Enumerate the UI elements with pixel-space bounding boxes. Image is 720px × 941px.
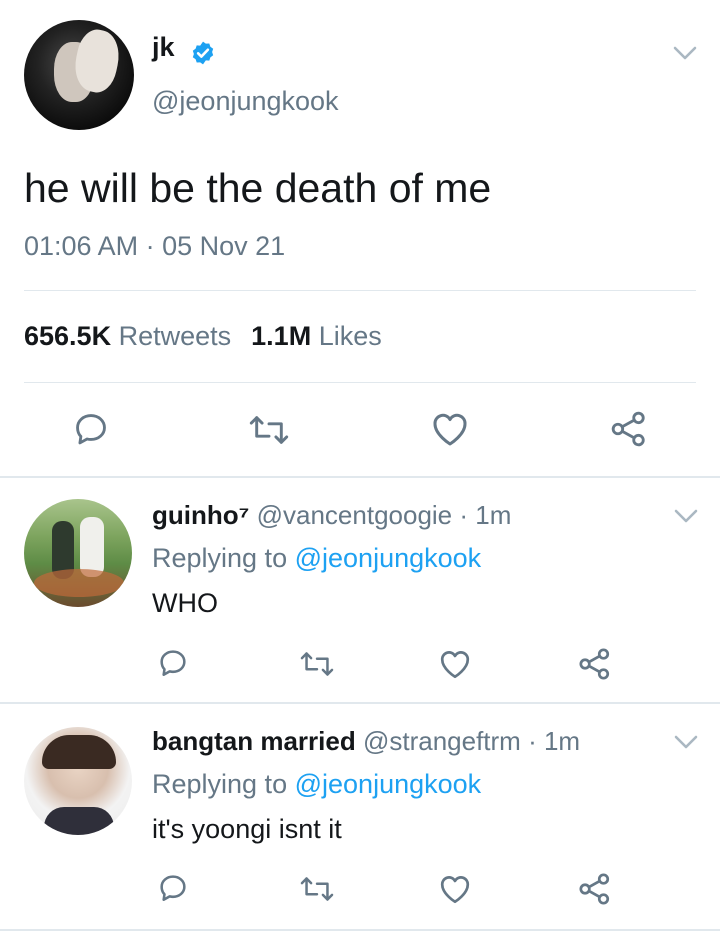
author-handle[interactable]: @jeonjungkook xyxy=(152,86,339,117)
tweet-text: he will be the death of me xyxy=(24,165,492,211)
retweets-count[interactable]: 656.5K xyxy=(24,321,111,351)
heart-icon[interactable] xyxy=(438,873,472,905)
divider xyxy=(0,702,720,704)
divider xyxy=(24,382,696,383)
reply-avatar[interactable] xyxy=(24,499,132,607)
share-icon[interactable] xyxy=(578,647,612,681)
divider xyxy=(0,929,720,931)
likes-label[interactable]: Likes xyxy=(319,321,382,351)
chevron-down-icon[interactable] xyxy=(673,46,697,60)
replying-to: Replying to @jeonjungkook xyxy=(152,543,481,574)
reply-text: WHO xyxy=(152,588,218,618)
retweet-icon[interactable] xyxy=(300,649,334,679)
chevron-down-icon[interactable] xyxy=(674,735,698,749)
share-icon[interactable] xyxy=(609,410,649,448)
author-avatar[interactable] xyxy=(24,20,134,130)
divider xyxy=(24,290,696,291)
reply-icon[interactable] xyxy=(157,872,189,904)
author-name[interactable]: jk xyxy=(152,32,175,63)
reply-author-handle[interactable]: @vancentgoogie xyxy=(257,500,453,530)
reply-time[interactable]: · 1m xyxy=(459,500,511,530)
replying-to: Replying to @jeonjungkook xyxy=(152,769,481,800)
tweet-stats: 656.5K Retweets 1.1M Likes xyxy=(24,321,382,352)
reply-text: it's yoongi isnt it xyxy=(152,814,342,844)
reply-author-handle[interactable]: @strangeftrm xyxy=(363,726,521,756)
tweet-timestamp[interactable]: 01:06 AM · 05 Nov 21 xyxy=(24,231,285,262)
retweet-icon[interactable] xyxy=(300,874,334,904)
retweets-label[interactable]: Retweets xyxy=(119,321,232,351)
verified-badge-icon xyxy=(192,41,214,65)
mention-link[interactable]: @jeonjungkook xyxy=(295,769,482,799)
likes-count[interactable]: 1.1M xyxy=(251,321,311,351)
reply-author-name[interactable]: guinho⁷ xyxy=(152,500,249,530)
chevron-down-icon[interactable] xyxy=(674,509,698,523)
share-icon[interactable] xyxy=(578,872,612,906)
mention-link[interactable]: @jeonjungkook xyxy=(295,543,482,573)
reply-avatar[interactable] xyxy=(24,727,132,835)
reply-time[interactable]: · 1m xyxy=(528,726,580,756)
reply-icon[interactable] xyxy=(72,410,110,448)
replying-prefix: Replying to xyxy=(152,543,288,573)
heart-icon[interactable] xyxy=(438,648,472,680)
reply-header: guinho⁷ @vancentgoogie · 1m xyxy=(152,500,511,531)
replying-prefix: Replying to xyxy=(152,769,288,799)
main-tweet: jk @jeonjungkook he will be the death of… xyxy=(0,0,720,478)
reply-header: bangtan married @strangeftrm · 1m xyxy=(152,726,580,757)
reply-icon[interactable] xyxy=(157,647,189,679)
heart-icon[interactable] xyxy=(430,410,470,448)
retweet-icon[interactable] xyxy=(249,412,289,448)
divider xyxy=(0,476,720,478)
reply-author-name[interactable]: bangtan married xyxy=(152,726,356,756)
